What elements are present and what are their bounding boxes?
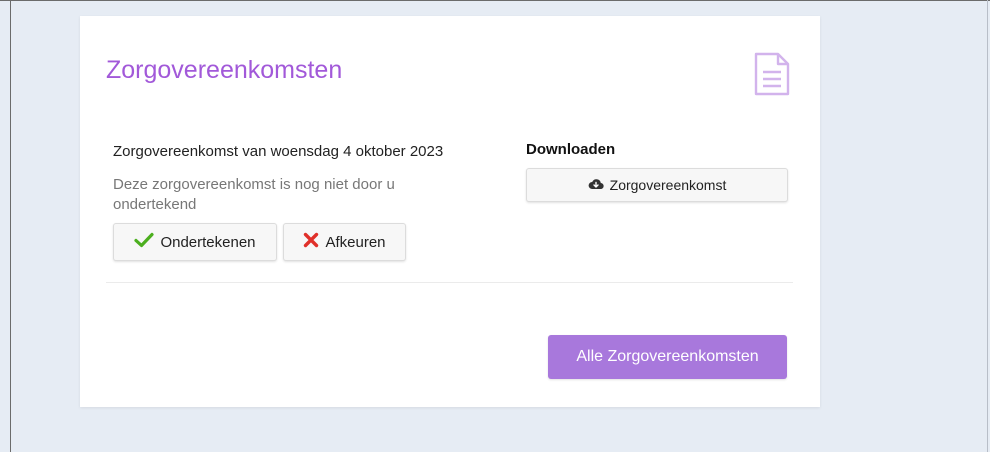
window-top-border: [0, 0, 990, 1]
checkmark-icon: [134, 232, 155, 252]
sign-button-label: Ondertekenen: [160, 233, 256, 251]
sign-button[interactable]: Ondertekenen: [113, 223, 277, 261]
agreement-title: Zorgovereenkomst van woensdag 4 oktober …: [113, 143, 444, 160]
download-heading: Downloaden: [526, 141, 616, 158]
card-title: Zorgovereenkomsten: [106, 56, 343, 84]
agreement-status-text: Deze zorgovereenkomst is nog niet door u…: [113, 176, 395, 213]
download-agreement-button[interactable]: Zorgovereenkomst: [526, 168, 788, 202]
care-agreements-card: Zorgovereenkomsten Zorgovereenkomst van …: [80, 16, 820, 407]
cloud-download-icon: [588, 177, 604, 193]
download-button-label: Zorgovereenkomst: [609, 177, 727, 193]
reject-button-label: Afkeuren: [325, 233, 386, 251]
window-right-border: [987, 0, 988, 452]
window-left-border: [10, 0, 11, 452]
document-icon: [752, 50, 792, 98]
reject-button[interactable]: Afkeuren: [283, 223, 406, 261]
all-agreements-button[interactable]: Alle Zorgovereenkomsten: [548, 335, 787, 379]
cross-icon: [303, 232, 319, 252]
section-divider: [106, 282, 793, 283]
